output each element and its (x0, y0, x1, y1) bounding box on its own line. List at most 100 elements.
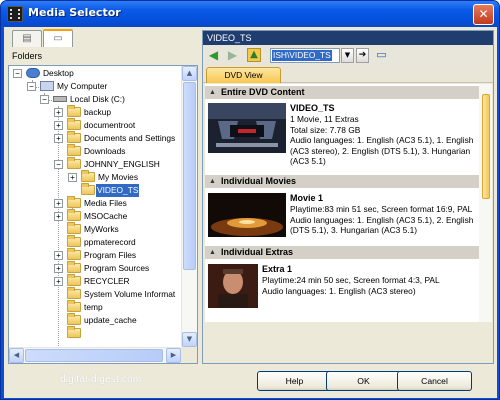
path-field[interactable]: ISH\VIDEO_TS (270, 48, 340, 63)
folder-icon (67, 235, 81, 247)
cancel-button[interactable]: Cancel (397, 371, 472, 391)
tab-folders[interactable]: ▭ (43, 29, 73, 47)
section-header-extras[interactable]: ▲ Individual Extras (205, 246, 479, 259)
tree-node-backup[interactable]: + backup (9, 105, 182, 119)
tree-node-documentroot[interactable]: + documentroot (9, 118, 182, 132)
tree-node-local-disk[interactable]: − Local Disk (C:) (9, 93, 182, 106)
brand-watermark: digital-digest.com (60, 374, 142, 385)
tab-list-view[interactable]: ▤ (12, 30, 42, 47)
tree-node-desktop[interactable]: − Desktop (9, 67, 182, 80)
collapse-toggle[interactable]: − (13, 69, 22, 78)
tree-node-my-computer[interactable]: − My Computer (9, 80, 182, 93)
tree-label: Documents and Settings (84, 133, 176, 143)
expand-toggle[interactable]: + (54, 212, 63, 221)
item-detail: Playtime:83 min 51 sec, Screen format 16… (290, 204, 473, 214)
go-button[interactable]: ➔ (356, 48, 369, 63)
back-arrow-icon[interactable]: ◀ (206, 48, 221, 63)
dvd-content-list[interactable]: ▲ Entire DVD Content VIDEO_TS 1 Movie, 1… (205, 84, 491, 322)
tree-node-program-files[interactable]: + Program Files (9, 248, 182, 262)
item-title: Movie 1 (290, 193, 324, 203)
tree-node-media-files[interactable]: + Media Files (9, 196, 182, 210)
tree-label: ppmaterecord (84, 237, 136, 247)
tree-label: temp (84, 302, 103, 312)
media-selector-window: Media Selector ✕ ▤ ▭ Folders − Desktop −… (0, 0, 500, 400)
expand-toggle[interactable]: + (54, 134, 63, 143)
folder-icon (67, 144, 81, 156)
scroll-left-arrow-icon[interactable]: ◀ (9, 348, 24, 363)
collapse-toggle[interactable]: − (54, 160, 63, 169)
title-bar[interactable]: Media Selector ✕ (1, 1, 499, 27)
tree-label: MyWorks (84, 224, 119, 234)
path-dropdown-button[interactable]: ▼ (341, 48, 354, 63)
expand-toggle[interactable]: + (54, 199, 63, 208)
expand-toggle[interactable]: + (54, 251, 63, 260)
item-title: VIDEO_TS (290, 103, 335, 113)
tree-node-my-movies[interactable]: + My Movies (9, 170, 182, 184)
monitor-icon[interactable]: ▭ (374, 48, 389, 63)
expand-toggle[interactable]: + (68, 173, 77, 182)
panel-bottom-area (205, 324, 491, 362)
folder-icon (67, 274, 81, 286)
folder-icon (67, 287, 81, 299)
tree-label: Local Disk (C:) (70, 94, 125, 104)
folder-icon (67, 105, 81, 117)
tree-node-video-ts[interactable]: VIDEO_TS (9, 183, 182, 197)
folder-icon (67, 326, 81, 338)
section-header-movies[interactable]: ▲ Individual Movies (205, 175, 479, 188)
forward-arrow-icon[interactable]: ▶ (225, 48, 240, 63)
scroll-thumb[interactable] (25, 349, 163, 362)
scroll-up-arrow-icon[interactable]: ▲ (182, 66, 197, 81)
item-detail: Total size: 7.78 GB (290, 124, 361, 135)
go-arrow-icon: ➔ (358, 50, 367, 60)
expand-toggle[interactable]: + (54, 121, 63, 130)
section-title: Individual Movies (221, 176, 297, 186)
item-detail: Audio languages: 1. English (AC3 5.1), 2… (290, 214, 474, 236)
item-title: Extra 1 (262, 264, 293, 274)
up-folder-icon[interactable]: ▲ (247, 48, 261, 62)
scroll-down-arrow-icon[interactable]: ▼ (182, 332, 197, 347)
tree-vertical-scrollbar[interactable]: ▲ ▼ (181, 66, 197, 348)
folder-icon (67, 118, 81, 130)
tree-label: Program Sources (84, 263, 150, 273)
collapse-caret-icon: ▲ (209, 89, 216, 96)
close-button[interactable]: ✕ (473, 4, 494, 25)
tree-horizontal-scrollbar[interactable]: ◀ ▶ (9, 347, 182, 363)
content-scroll-thumb[interactable] (482, 94, 490, 199)
tree-node-downloads[interactable]: Downloads (9, 144, 182, 158)
ok-button[interactable]: OK (326, 371, 401, 391)
tree-label: JOHNNY_ENGLISH (84, 159, 160, 169)
film-icon (7, 6, 23, 22)
tree-node-temp[interactable]: temp (9, 300, 182, 314)
tree-label: Program Files (84, 250, 137, 260)
section-title: Entire DVD Content (221, 87, 305, 97)
tree-node-johnny-english[interactable]: − JOHNNY_ENGLISH (9, 157, 182, 171)
folder-icon (67, 313, 81, 325)
scroll-thumb[interactable] (183, 82, 196, 270)
collapse-toggle[interactable]: − (40, 95, 49, 104)
tree-label: Downloads (84, 146, 126, 156)
tree-node-update-cache[interactable]: update_cache (9, 313, 182, 327)
tab-dvd-view[interactable]: DVD View (206, 67, 281, 83)
expand-toggle[interactable]: + (54, 108, 63, 117)
tree-label: Desktop (43, 68, 74, 78)
collapse-toggle[interactable]: − (27, 82, 36, 91)
tree-node-documents-and-settings[interactable]: + Documents and Settings (9, 131, 182, 145)
expand-toggle[interactable]: + (54, 264, 63, 273)
tree-node-myworks[interactable]: MyWorks (9, 222, 182, 236)
section-title: Individual Extras (221, 247, 294, 257)
expand-toggle[interactable]: + (54, 277, 63, 286)
dvd-folder-icon (67, 157, 81, 169)
dvd-content-panel: VIDEO_TS ◀ ▶ ▲ ISH\VIDEO_TS ▼ ➔ ▭ DVD Vi… (202, 30, 494, 364)
help-button[interactable]: Help (257, 371, 332, 391)
tree-node-ppmaterecord[interactable]: ppmaterecord (9, 235, 182, 249)
computer-icon (40, 81, 54, 91)
scroll-right-arrow-icon[interactable]: ▶ (166, 348, 181, 363)
tree-node-program-sources[interactable]: + Program Sources (9, 261, 182, 275)
tree-node-system-volume-information[interactable]: System Volume Informat (9, 287, 182, 301)
section-header-entire[interactable]: ▲ Entire DVD Content (205, 86, 479, 99)
tree-label-selected: VIDEO_TS (96, 184, 140, 197)
folder-tree[interactable]: − Desktop − My Computer − Local Disk (C:… (8, 65, 198, 364)
movie-thumbnail (208, 193, 286, 237)
tree-node-msocache[interactable]: + MSOCache (9, 209, 182, 223)
tree-node-recycler[interactable]: + RECYCLER (9, 274, 182, 288)
